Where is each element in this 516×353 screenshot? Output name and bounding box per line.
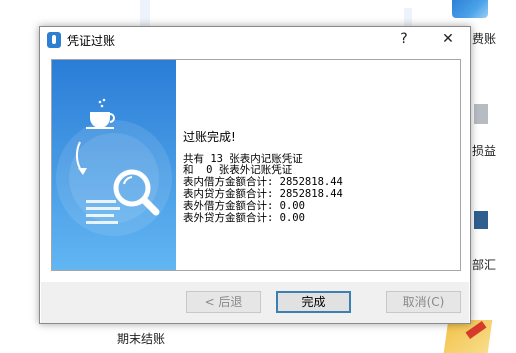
- dialog-titlebar: 凭证过账 ? ✕: [40, 27, 470, 53]
- cancel-button[interactable]: 取消(C): [386, 291, 461, 313]
- module-icon[interactable]: [474, 211, 488, 229]
- summary-line: 表外贷方金额合计: 0.00: [183, 212, 305, 224]
- desktop-strip: [140, 0, 150, 26]
- module-label[interactable]: 部汇: [472, 256, 496, 273]
- period-close-label[interactable]: 期末结账: [117, 330, 165, 347]
- voucher-app-icon: [47, 32, 61, 48]
- posting-complete-title: 过账完成!: [183, 130, 236, 144]
- module-label[interactable]: 费账: [472, 30, 496, 47]
- module-label[interactable]: 损益: [472, 142, 496, 159]
- coffee-saucer: [86, 127, 114, 129]
- summary-line: 和 0 张表外记账凭证: [183, 164, 293, 176]
- document-line: [86, 214, 114, 217]
- help-button[interactable]: ?: [393, 29, 415, 49]
- desktop-strip: [404, 8, 412, 26]
- wizard-content: 过账完成! 共有 13 张表内记账凭证 和 0 张表外记账凭证 表内借方金额合计…: [51, 59, 461, 271]
- steam-dot: [102, 98, 106, 102]
- back-button[interactable]: < 后退: [186, 291, 261, 313]
- document-line: [86, 221, 118, 224]
- steam-dot: [100, 104, 104, 108]
- close-button[interactable]: ✕: [437, 29, 459, 49]
- finish-button[interactable]: 完成: [276, 291, 351, 313]
- coffee-magnifier-illustration: [52, 60, 176, 270]
- module-icon[interactable]: [452, 0, 488, 18]
- module-icon[interactable]: [474, 104, 488, 124]
- dialog-title: 凭证过账: [67, 34, 116, 48]
- steam-dot: [98, 100, 102, 104]
- summary-line: 表内贷方金额合计: 2852818.44: [183, 188, 343, 200]
- summary-line: 表内借方金额合计: 2852818.44: [183, 176, 343, 188]
- document-line: [86, 200, 116, 203]
- summary-line: 表外借方金额合计: 0.00: [183, 200, 305, 212]
- document-line: [86, 207, 120, 210]
- voucher-posting-dialog: 凭证过账 ? ✕ 过账完成! 共有 13 张表内记账凭证 和 0 张表外记账凭证…: [39, 26, 471, 324]
